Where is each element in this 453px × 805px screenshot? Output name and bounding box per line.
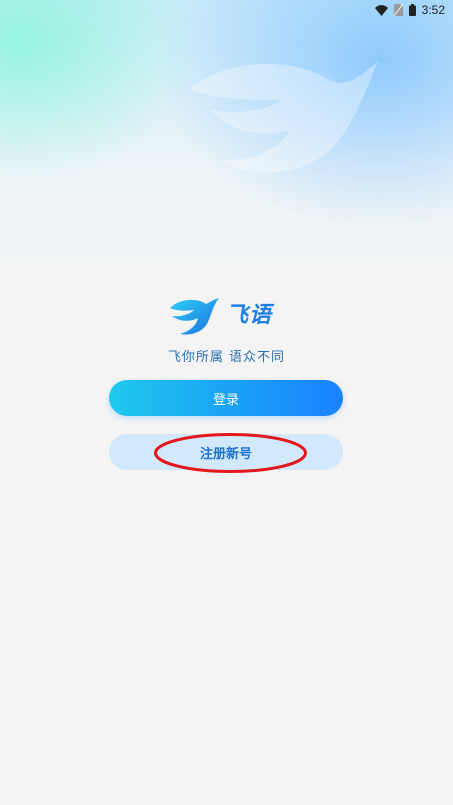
wifi-icon (374, 4, 388, 16)
slogan: 飞你所属 语众不同 (167, 350, 286, 365)
login-screen: 3:52 飞语 飞你所属 语众不同 登录 注册新号 (0, 0, 453, 805)
login-button[interactable]: 登录 (109, 380, 343, 416)
sim-icon (393, 4, 403, 16)
register-button[interactable]: 注册新号 (109, 434, 343, 470)
bird-logo-icon (170, 298, 219, 335)
background-bird-watermark-icon (190, 62, 378, 173)
status-time: 3:52 (421, 3, 445, 17)
battery-icon (408, 4, 416, 16)
logo-text: 飞语 (226, 303, 273, 328)
app-logo: 飞语 (168, 294, 286, 338)
status-bar: 3:52 (374, 0, 453, 20)
